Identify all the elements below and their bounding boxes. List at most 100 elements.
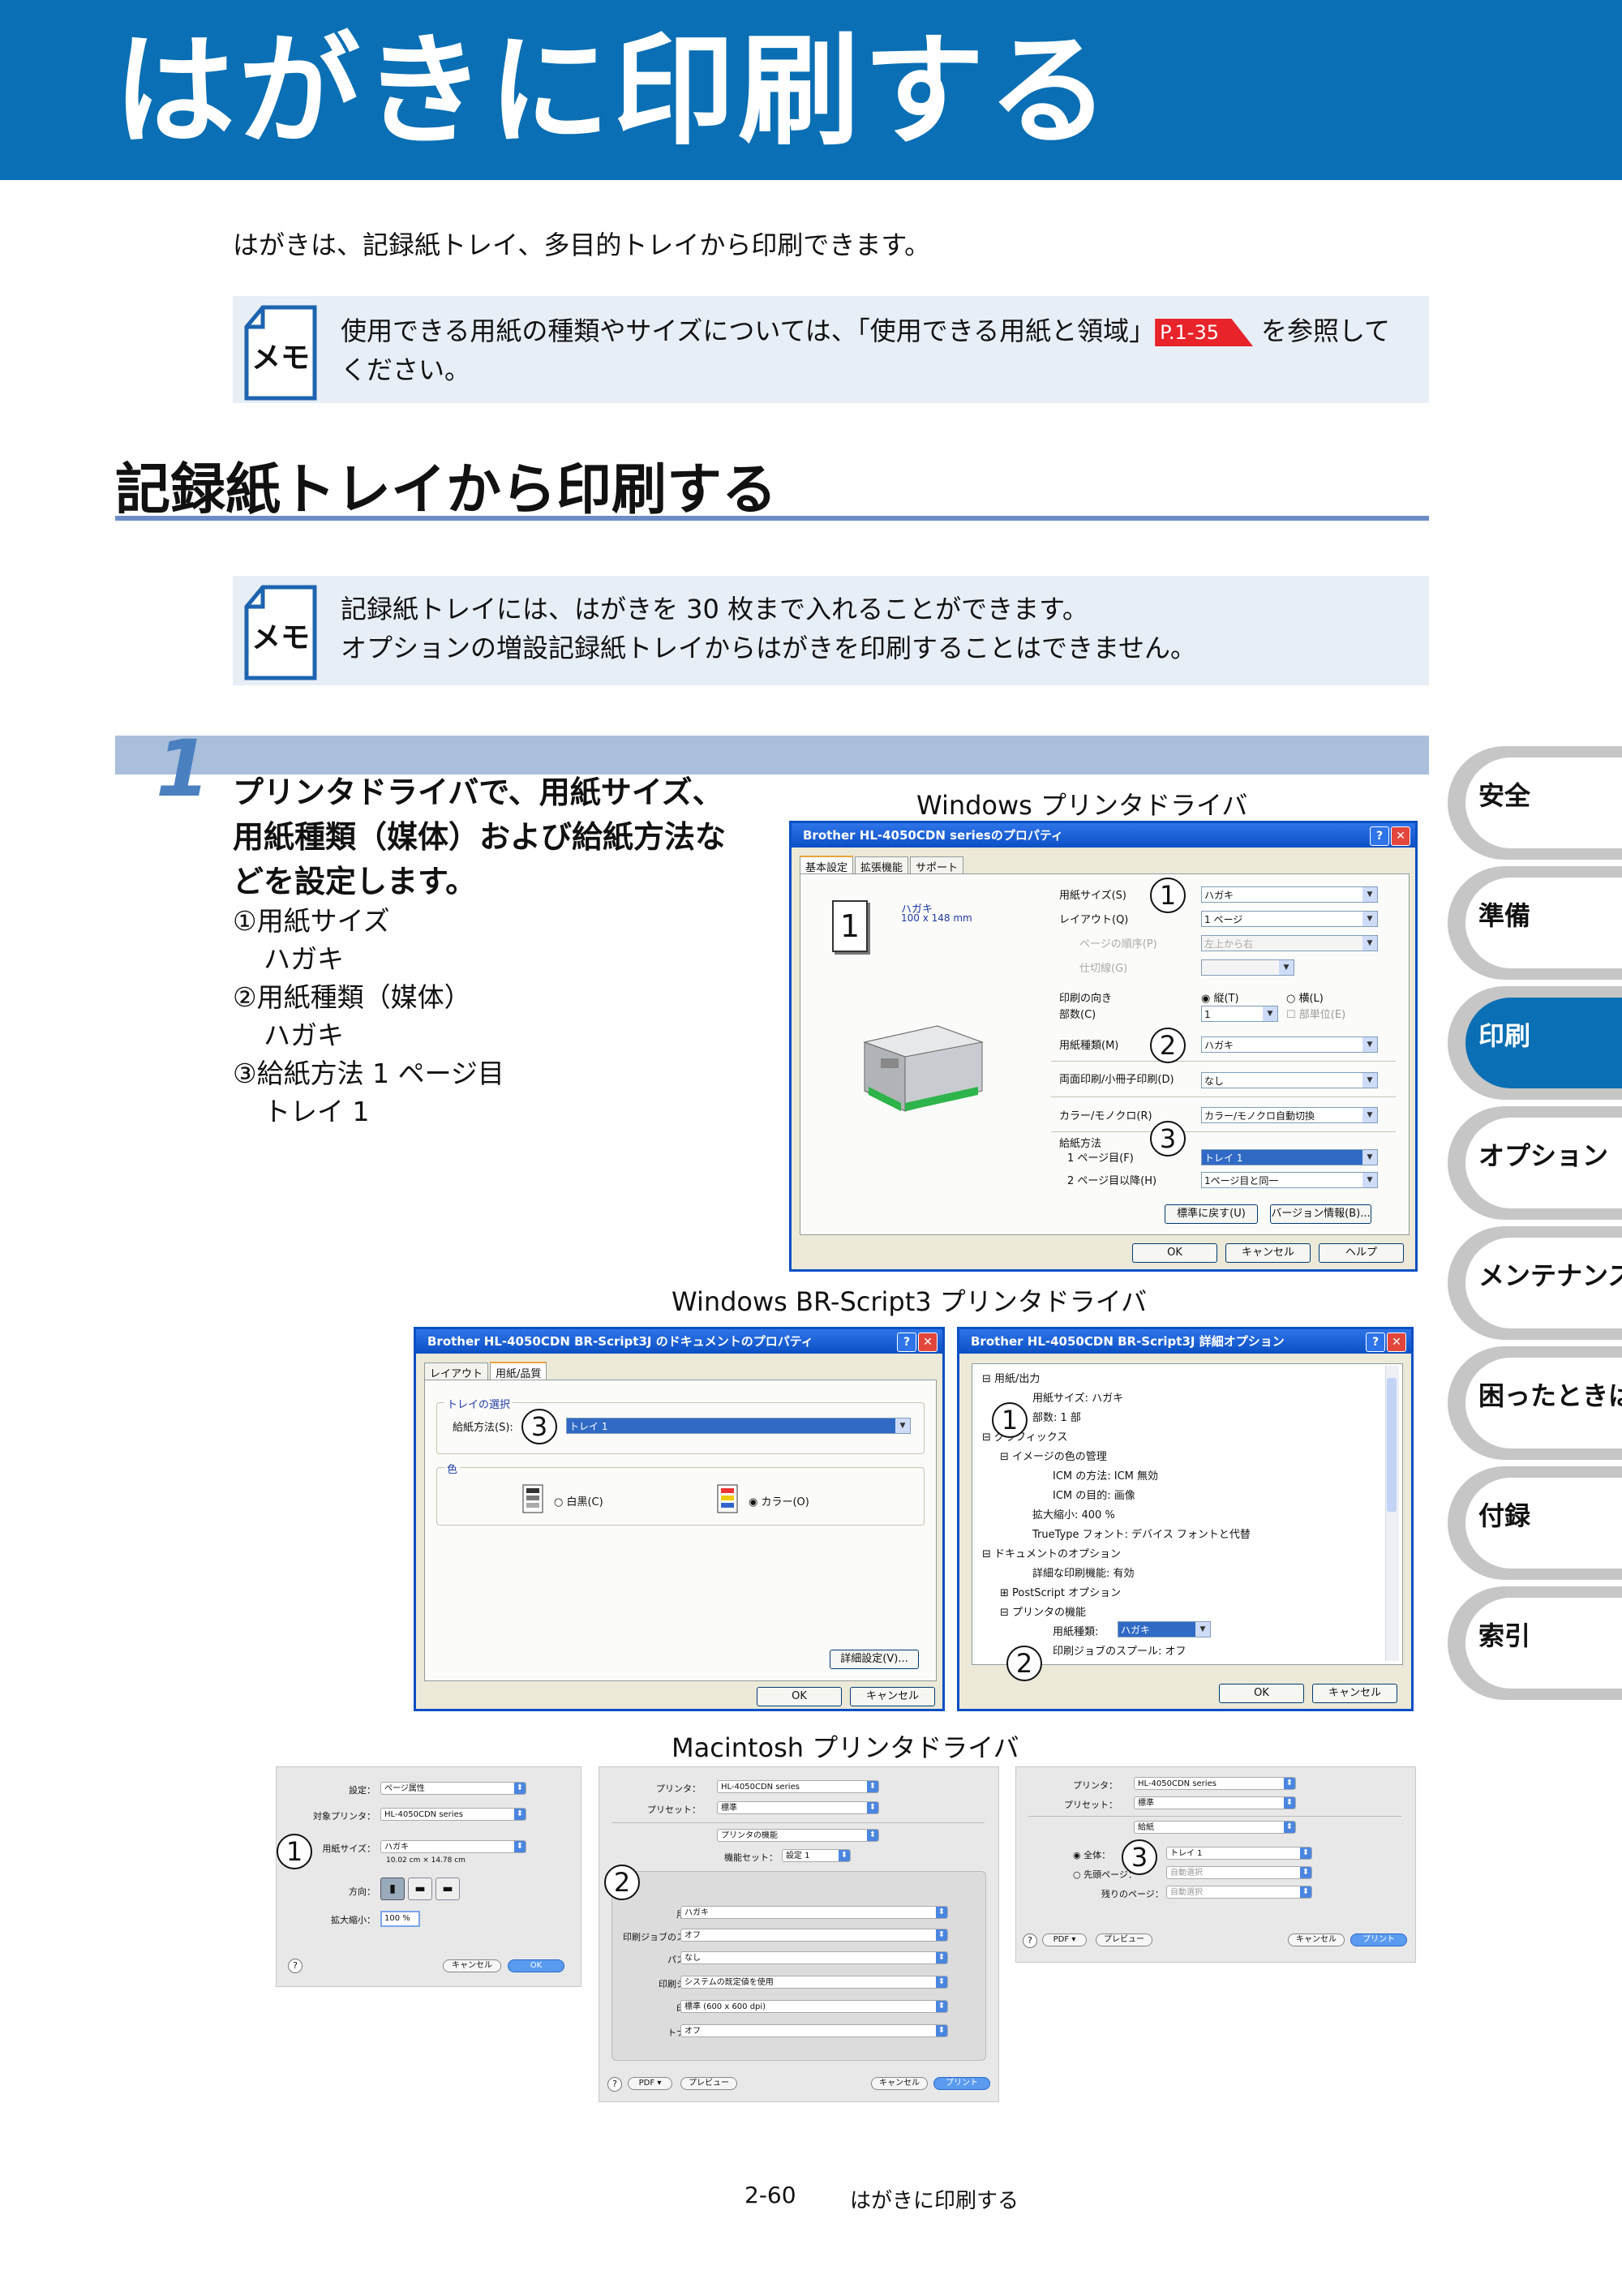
print-button[interactable]: プリント [1350, 1933, 1407, 1946]
password-select[interactable]: なし [680, 1951, 948, 1964]
sidetab-troubleshooting[interactable]: 困ったときは [1448, 1346, 1622, 1460]
caption-mac: Macintosh プリンタドライバ [672, 1732, 1019, 1763]
help-button[interactable]: ヘルプ [1319, 1243, 1404, 1263]
media-type-select[interactable]: ハガキ [680, 1906, 948, 1919]
radio-portrait[interactable]: ◉ 縦(T) [1201, 989, 1239, 1005]
page-reference-link[interactable]: P.1-35 [1155, 319, 1254, 346]
sidetab-appendix[interactable]: 付録 [1448, 1466, 1622, 1580]
preset-select[interactable]: 標準 [717, 1801, 879, 1814]
sidetab-printing[interactable]: 印刷 [1448, 986, 1622, 1100]
media-type-select[interactable]: ハガキ [1118, 1621, 1211, 1637]
tree-item[interactable]: ICM の方法: ICM 無効 [1053, 1467, 1158, 1483]
scale-input[interactable]: 100 % [380, 1911, 420, 1927]
sidetab-safety[interactable]: 安全 [1448, 746, 1622, 860]
radio-all[interactable]: ◉ 全体： [1073, 1848, 1110, 1861]
preview-button[interactable]: プレビュー [1096, 1933, 1152, 1946]
help-title-button[interactable]: ? [897, 1333, 916, 1352]
job-name-select[interactable]: システムの既定値を使用 [680, 1976, 948, 1989]
tree-item[interactable]: 詳細な印刷機能: 有効 [1032, 1564, 1135, 1580]
setting-label: 設定： [349, 1785, 375, 1796]
landscape-reverse-icon[interactable]: ▬ [436, 1878, 460, 1900]
media-type-select[interactable]: ハガキ [1201, 1036, 1378, 1053]
printer-label: プリンタ： [1073, 1780, 1118, 1791]
tree-item[interactable]: 印刷ジョブのスプール: オフ [1053, 1642, 1186, 1658]
paper-size-select[interactable]: ハガキ [380, 1840, 526, 1853]
tree-item[interactable]: TrueType フォント: デバイス フォントと代替 [1032, 1526, 1251, 1541]
radio-color[interactable]: ◉ カラー(O) [749, 1493, 809, 1508]
pdf-button[interactable]: PDF ▾ [628, 2077, 672, 2090]
sidetab-index[interactable]: 索引 [1448, 1586, 1622, 1700]
print-button[interactable]: プリント [933, 2077, 990, 2090]
pdf-button[interactable]: PDF ▾ [1042, 1933, 1087, 1946]
tree-item[interactable]: 用紙サイズ: ハガキ [1032, 1389, 1123, 1405]
panel-select[interactable]: プリンタの機能 [717, 1829, 879, 1842]
toner-save-select[interactable]: オフ [680, 2024, 948, 2037]
tree-node[interactable]: ⊟ 用紙/出力 [982, 1370, 1040, 1385]
paper-size-label: 用紙サイズ(S) [1059, 890, 1127, 902]
paper-size-select[interactable]: ハガキ [1201, 886, 1378, 903]
page-order-select[interactable]: 左上から右 [1201, 935, 1378, 951]
print-quality-select[interactable]: 標準 (600 x 600 dpi) [680, 2000, 948, 2013]
target-printer-select[interactable]: HL-4050CDN series [380, 1808, 526, 1821]
tree-node[interactable]: ⊟ プリンタの機能 [1000, 1603, 1086, 1619]
close-button[interactable]: ✕ [1391, 826, 1410, 846]
tree-node[interactable]: ⊟ イメージの色の管理 [1000, 1448, 1107, 1463]
cancel-button[interactable]: キャンセル [1225, 1243, 1311, 1263]
printer-select[interactable]: HL-4050CDN series [717, 1780, 879, 1793]
tree-item[interactable]: ICM の目的: 画像 [1053, 1487, 1135, 1502]
help-icon[interactable]: ? [607, 2077, 622, 2092]
preview-button[interactable]: プレビュー [680, 2077, 737, 2090]
help-title-button[interactable]: ? [1366, 1333, 1385, 1352]
restore-defaults-button[interactable]: 標準に戻す(U) [1165, 1204, 1258, 1224]
svg-text:メモ: メモ [251, 341, 310, 375]
tree-node[interactable]: ⊟ ドキュメントのオプション [982, 1545, 1121, 1560]
cancel-button[interactable]: キャンセル [443, 1959, 501, 1972]
spool-select[interactable]: オフ [680, 1929, 948, 1942]
collate-checkbox[interactable]: ☐ 部単位(E) [1286, 1006, 1345, 1021]
callout-1: 1 [992, 1402, 1028, 1438]
tree-item[interactable]: 拡大縮小: 400 % [1032, 1506, 1115, 1521]
other-pages-select[interactable]: 1ページ目と同一 [1201, 1172, 1378, 1188]
duplex-select[interactable]: なし [1201, 1072, 1378, 1088]
first-page-select[interactable]: 自動選択 [1166, 1866, 1312, 1879]
close-button[interactable]: ✕ [918, 1333, 938, 1352]
cancel-button[interactable]: キャンセル [1288, 1933, 1345, 1946]
cancel-button[interactable]: キャンセル [1312, 1684, 1397, 1703]
portrait-icon[interactable]: ▮ [380, 1878, 405, 1900]
setting-select[interactable]: ページ属性 [380, 1782, 526, 1795]
printer-select[interactable]: HL-4050CDN series [1134, 1777, 1296, 1790]
sidetab-options[interactable]: オプション [1448, 1106, 1622, 1220]
advanced-settings-button[interactable]: 詳細設定(V)... [830, 1650, 919, 1669]
layout-select[interactable]: 1 ページ [1201, 911, 1378, 927]
landscape-icon[interactable]: ▬ [408, 1878, 432, 1900]
first-page-select[interactable]: トレイ 1 [1201, 1149, 1378, 1165]
sidetab-preparation[interactable]: 準備 [1448, 866, 1622, 980]
sidetab-maintenance[interactable]: メンテナンス [1448, 1226, 1622, 1340]
tree-node[interactable]: ⊞ PostScript オプション [1000, 1584, 1121, 1599]
ok-button[interactable]: OK [1219, 1684, 1304, 1703]
radio-mono[interactable]: ○ 白黒(C) [554, 1493, 603, 1508]
border-select[interactable] [1201, 959, 1294, 976]
help-icon[interactable]: ? [288, 1959, 303, 1973]
cancel-button[interactable]: キャンセル [850, 1687, 935, 1706]
radio-landscape[interactable]: ○ 横(L) [1286, 989, 1324, 1005]
panel-select[interactable]: 給紙 [1134, 1821, 1296, 1834]
version-info-button[interactable]: バージョン情報(B)... [1270, 1204, 1371, 1224]
ok-button[interactable]: OK [757, 1687, 842, 1706]
scrollbar-thumb[interactable] [1387, 1378, 1397, 1512]
cancel-button[interactable]: キャンセル [871, 2077, 928, 2090]
help-icon[interactable]: ? [1023, 1933, 1037, 1948]
preset-select[interactable]: 標準 [1134, 1796, 1296, 1809]
all-pages-select[interactable]: トレイ 1 [1166, 1847, 1312, 1860]
ok-button[interactable]: OK [1132, 1243, 1217, 1263]
feature-set-select[interactable]: 設定 1 [782, 1849, 851, 1862]
tree-item[interactable]: 部数: 1 部 [1032, 1409, 1081, 1424]
color-group [436, 1467, 925, 1526]
paper-source-select[interactable]: トレイ 1 [566, 1418, 911, 1434]
copies-spinner[interactable]: 1 [1201, 1006, 1278, 1022]
help-title-button[interactable]: ? [1370, 826, 1389, 846]
ok-button[interactable]: OK [508, 1959, 564, 1972]
color-mode-select[interactable]: カラー/モノクロ自動切換 [1201, 1107, 1378, 1123]
close-button[interactable]: ✕ [1387, 1333, 1406, 1352]
rest-pages-select[interactable]: 自動選択 [1166, 1886, 1312, 1899]
